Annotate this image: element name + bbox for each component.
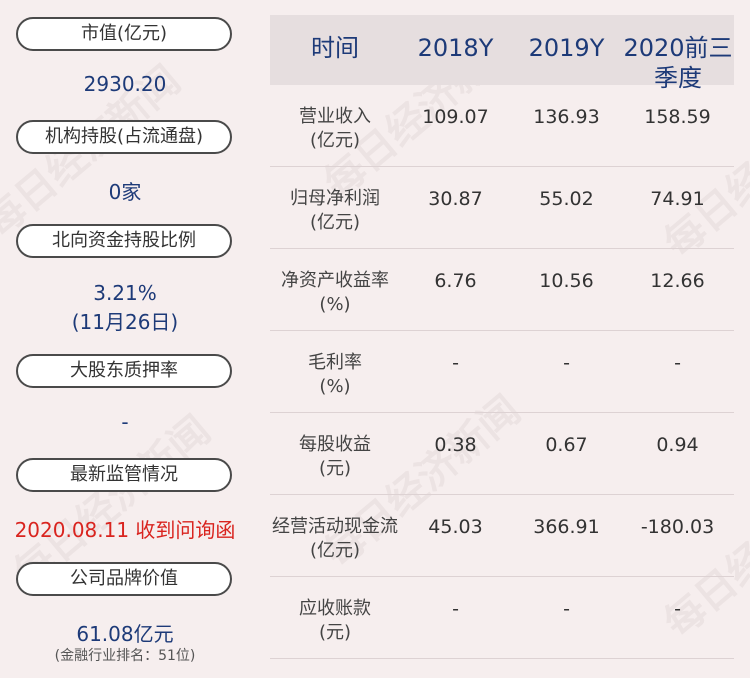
cell-2019: - — [563, 598, 570, 620]
table-row: 每股收益 (元) 0.38 0.67 0.94 — [270, 413, 734, 495]
northbound-ratio-value: 3.21% — [93, 281, 157, 305]
row-label: 每股收益 (元) — [299, 434, 371, 479]
cell-2018: 30.87 — [428, 188, 483, 210]
cell-2018: 6.76 — [434, 270, 477, 292]
table-header: 时间 2018Y 2019Y 2020前三 季度 — [270, 15, 734, 92]
cell-2020: 0.94 — [656, 434, 699, 456]
cell-2019: 10.56 — [539, 270, 594, 292]
financial-table: 时间 2018Y 2019Y 2020前三 季度 营业收入 (亿元) 109.07… — [270, 15, 734, 659]
institution-holding-value: 0家 — [108, 180, 142, 204]
regulation-value: 2020.08.11 收到问询函 — [14, 518, 236, 542]
row-label: 应收账款 (元) — [299, 598, 371, 643]
cell-2020: - — [674, 598, 681, 620]
brand-value-rank: (金融行业排名：51位) — [54, 648, 196, 664]
cell-2018: 0.38 — [434, 434, 477, 456]
cell-2019: - — [563, 352, 570, 374]
cell-2020: 12.66 — [650, 270, 705, 292]
cell-2020: -180.03 — [640, 516, 715, 538]
table-row: 净资产收益率 (%) 6.76 10.56 12.66 — [270, 249, 734, 331]
pledge-ratio-label: 大股东质押率 — [16, 354, 232, 388]
cell-2019: 55.02 — [539, 188, 594, 210]
brand-value-label: 公司品牌价值 — [16, 562, 232, 596]
pledge-ratio-value: - — [121, 410, 129, 434]
cell-2018: 45.03 — [428, 516, 483, 538]
brand-value-value: 61.08亿元 — [76, 622, 174, 646]
table-row: 毛利率 (%) - - - — [270, 331, 734, 413]
row-label: 净资产收益率 (%) — [281, 270, 389, 315]
cell-2018: - — [452, 598, 459, 620]
cell-2019: 0.67 — [545, 434, 588, 456]
northbound-ratio-label: 北向资金持股比例 — [16, 224, 232, 258]
table-row: 营业收入 (亿元) 109.07 136.93 158.59 — [270, 85, 734, 167]
northbound-ratio-date: (11月26日) — [71, 310, 179, 334]
regulation-label: 最新监管情况 — [16, 458, 232, 492]
cell-2020: 74.91 — [650, 188, 705, 210]
cell-2018: 109.07 — [422, 106, 489, 128]
cell-2019: 136.93 — [533, 106, 600, 128]
cell-2020: 158.59 — [644, 106, 711, 128]
market-cap-label: 市值(亿元) — [16, 17, 232, 51]
header-time: 时间 — [311, 34, 359, 62]
cell-2019: 366.91 — [533, 516, 600, 538]
table-row: 应收账款 (元) - - - — [270, 577, 734, 659]
table-row: 经营活动现金流 (亿元) 45.03 366.91 -180.03 — [270, 495, 734, 577]
header-2018: 2018Y — [417, 34, 494, 62]
header-2020q3-line1: 2020前三 — [623, 34, 733, 62]
row-label: 毛利率 (%) — [308, 352, 362, 397]
market-cap-value: 2930.20 — [83, 72, 167, 96]
header-2020q3: 2020前三 季度 — [622, 33, 734, 93]
institution-holding-label: 机构持股(占流通盘) — [16, 120, 232, 154]
cell-2020: - — [674, 352, 681, 374]
row-label: 经营活动现金流 (亿元) — [272, 516, 398, 561]
header-2019: 2019Y — [528, 34, 605, 62]
row-label: 归母净利润 (亿元) — [290, 188, 380, 233]
row-label: 营业收入 (亿元) — [299, 106, 371, 151]
cell-2018: - — [452, 352, 459, 374]
table-row: 归母净利润 (亿元) 30.87 55.02 74.91 — [270, 167, 734, 249]
left-panel: 市值(亿元) 2930.20 机构持股(占流通盘) 0家 北向资金持股比例 3.… — [0, 0, 250, 678]
